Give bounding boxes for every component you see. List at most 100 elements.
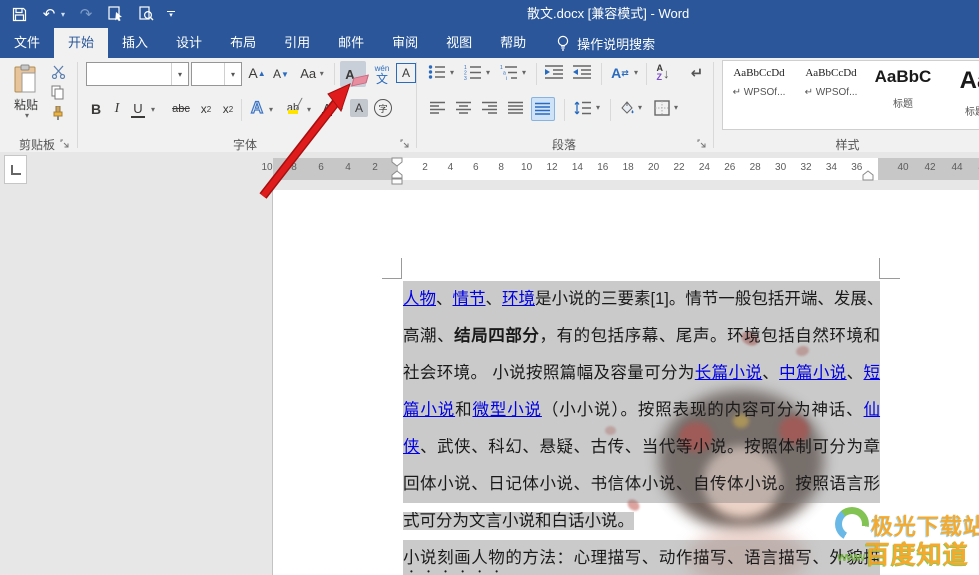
tab-help[interactable]: 帮助 <box>486 28 540 58</box>
sort-button[interactable]: AZ ↓ <box>652 62 674 84</box>
change-case-button[interactable]: Aa ▾ <box>297 64 327 82</box>
document-page[interactable]: 人物、情节、环境是小说的三要素[1]。情节一般包括开端、发展、 高潮、结局四部分，… <box>272 190 979 575</box>
clear-formatting-button[interactable]: A <box>340 61 369 87</box>
tab-layout[interactable]: 布局 <box>216 28 270 58</box>
font-size-dropdown-icon[interactable]: ▾ <box>224 63 241 85</box>
phonetic-guide-button[interactable]: wén 文 <box>370 60 394 88</box>
copy-button[interactable] <box>48 84 68 100</box>
tab-home[interactable]: 开始 <box>54 28 109 58</box>
font-dialog-launcher[interactable] <box>400 138 412 150</box>
document-line-7[interactable]: 式可分为文言小说和白话小说。 <box>403 503 880 540</box>
tab-references[interactable]: 引用 <box>270 28 324 58</box>
hyperlink[interactable]: 人物 <box>403 290 436 308</box>
superscript-button[interactable]: x2 <box>219 101 237 117</box>
tab-mailings[interactable]: 邮件 <box>324 28 378 58</box>
bullets-button[interactable] <box>428 64 446 80</box>
hyperlink[interactable]: 仙 <box>864 401 881 419</box>
style-item-4[interactable]: Aa 标题 <box>939 61 979 127</box>
cursor-tool-icon[interactable] <box>107 5 125 23</box>
paragraph-dialog-launcher[interactable] <box>697 138 709 150</box>
document-line-4[interactable]: 篇小说和微型小说（小小说）。按照表现的内容可分为神话、仙 <box>403 392 880 429</box>
shrink-font-button[interactable]: A ▼ <box>271 66 291 82</box>
hyperlink[interactable]: 情节 <box>453 290 486 308</box>
font-name-dropdown-icon[interactable]: ▾ <box>171 63 188 85</box>
borders-dropdown-icon[interactable]: ▾ <box>674 103 678 112</box>
document-line-6[interactable]: 回体小说、日记体小说、书信体小说、自传体小说。按照语言形 <box>403 466 880 503</box>
shading-dropdown-icon[interactable]: ▾ <box>638 103 642 112</box>
align-right-button[interactable] <box>482 101 498 115</box>
text-effects-button[interactable]: A <box>247 97 267 118</box>
hyperlink[interactable]: 侠 <box>403 438 420 456</box>
style-item-3[interactable]: AaBbC 标题 <box>867 61 939 127</box>
hyperlink[interactable]: 篇小说 <box>403 401 455 419</box>
highlight-dropdown-icon[interactable]: ▾ <box>304 104 314 114</box>
clipboard-dialog-launcher[interactable] <box>60 138 72 150</box>
document-line-3[interactable]: 社会环境。 小说按照篇幅及容量可分为长篇小说、中篇小说、短 <box>403 355 880 392</box>
strikethrough-button[interactable]: abc <box>168 101 194 117</box>
italic-button[interactable]: I <box>110 100 124 118</box>
hyperlink[interactable]: 环境 <box>502 290 535 308</box>
line-spacing-dropdown-icon[interactable]: ▾ <box>596 103 600 112</box>
hyperlink[interactable]: 长篇小说 <box>695 364 763 382</box>
font-size-combobox[interactable]: ▾ <box>191 62 242 86</box>
hyperlink[interactable]: 中篇小说 <box>779 364 847 382</box>
line-spacing-button[interactable] <box>572 98 594 118</box>
decrease-indent-button[interactable] <box>544 64 564 80</box>
print-preview-icon[interactable] <box>137 5 155 23</box>
justify-button[interactable] <box>508 101 524 115</box>
bullets-dropdown-icon[interactable]: ▾ <box>450 68 454 77</box>
document-line-1[interactable]: 人物、情节、环境是小说的三要素[1]。情节一般包括开端、发展、 <box>403 281 883 318</box>
customize-quick-access-icon[interactable]: ▾ <box>167 10 176 19</box>
tab-review[interactable]: 审阅 <box>378 28 432 58</box>
numbering-button[interactable]: 123 <box>464 64 482 80</box>
text-effects-dropdown-icon[interactable]: ▾ <box>266 104 276 114</box>
underline-dropdown-icon[interactable]: ▾ <box>148 104 158 114</box>
multilevel-list-button[interactable]: 1ai <box>500 64 518 80</box>
font-name-combobox[interactable]: ▾ <box>86 62 189 86</box>
show-marks-button[interactable]: ↵ <box>686 62 708 84</box>
font-color-dropdown-icon[interactable]: ▾ <box>336 104 346 114</box>
first-line-indent-marker[interactable] <box>390 157 404 167</box>
tab-design[interactable]: 设计 <box>162 28 216 58</box>
format-painter-button[interactable] <box>48 105 68 121</box>
style-item-2[interactable]: AaBbCcDd ↵ WPSOf... <box>795 61 867 127</box>
tab-view[interactable]: 视图 <box>432 28 486 58</box>
document-text[interactable]: 人物、情节、环境是小说的三要素[1]。情节一般包括开端、发展、 高潮、结局四部分，… <box>403 281 883 575</box>
hyperlink[interactable]: 微型小说 <box>472 401 541 419</box>
document-line-8[interactable]: 小说刻画人物的方法：心理描写、动作描写、语言描写、外貌描 <box>403 540 880 575</box>
paste-dropdown-icon[interactable]: ▾ <box>22 110 32 120</box>
cut-button[interactable] <box>48 64 68 80</box>
tab-file[interactable]: 文件 <box>0 28 54 58</box>
undo-dropdown-icon[interactable]: ▾ <box>61 10 65 19</box>
font-color-button[interactable]: A <box>318 98 336 118</box>
tell-me-search[interactable]: 操作说明搜索 <box>556 28 655 58</box>
align-left-button[interactable] <box>430 101 446 115</box>
bold-button[interactable]: B <box>88 100 104 118</box>
enclose-characters-button[interactable]: 字 <box>374 99 392 117</box>
text-highlight-button[interactable]: ab ╱ <box>282 98 304 118</box>
borders-button[interactable] <box>652 98 672 118</box>
font-size-value[interactable] <box>192 63 224 85</box>
save-icon[interactable] <box>10 5 28 23</box>
undo-icon[interactable]: ↶ <box>40 5 58 23</box>
align-center-button[interactable] <box>456 101 472 115</box>
character-shading-button[interactable]: A <box>350 99 368 117</box>
shading-button[interactable] <box>616 98 638 118</box>
style-item-1[interactable]: AaBbCcDd ↵ WPSOf... <box>723 61 795 127</box>
document-line-5[interactable]: 侠、武侠、科幻、悬疑、古传、当代等小说。按照体制可分为章 <box>403 429 880 466</box>
selected-text[interactable]: 式可分为文言小说和白话小说。 <box>403 512 634 530</box>
paste-button[interactable] <box>8 62 44 96</box>
numbering-dropdown-icon[interactable]: ▾ <box>486 68 490 77</box>
right-indent-marker[interactable] <box>861 170 875 181</box>
hyperlink[interactable]: 短 <box>864 364 881 382</box>
asian-layout-dropdown-icon[interactable]: ▾ <box>634 68 638 77</box>
document-line-2[interactable]: 高潮、结局四部分，有的包括序幕、尾声。环境包括自然环境和 <box>403 318 880 355</box>
distributed-align-button[interactable] <box>531 97 555 121</box>
asian-layout-button[interactable]: A ⇄ <box>608 63 632 83</box>
hanging-indent-marker[interactable] <box>390 170 404 186</box>
horizontal-ruler[interactable]: 10 8 6 4 2 2 4 6 8 10 12 14 16 18 20 22 24 26 28 30 32 34 36 40… <box>261 157 979 185</box>
underline-button[interactable]: U <box>131 100 145 118</box>
increase-indent-button[interactable] <box>572 64 592 80</box>
font-name-value[interactable] <box>87 63 171 85</box>
tab-insert[interactable]: 插入 <box>108 28 162 58</box>
